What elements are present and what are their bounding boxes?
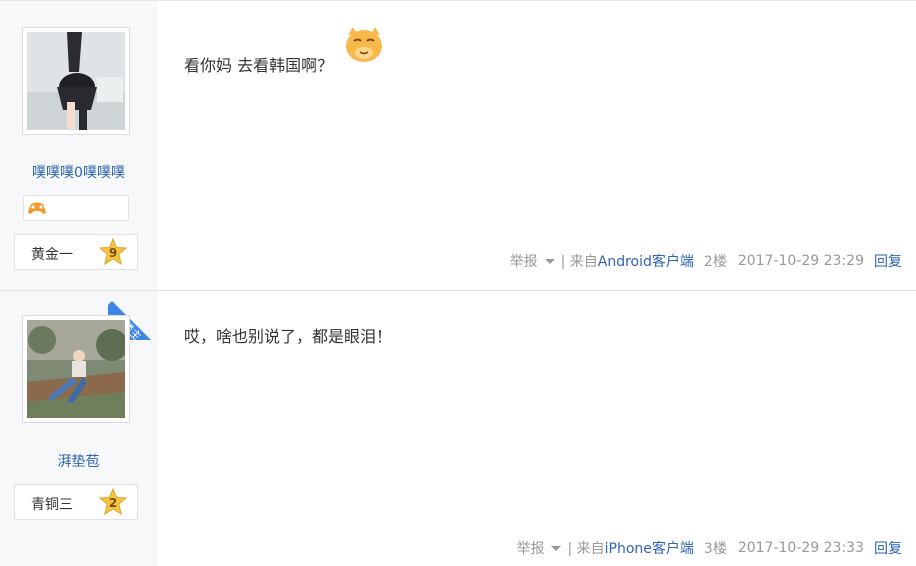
- avatar[interactable]: [27, 320, 125, 418]
- avatar-frame[interactable]: [22, 27, 130, 135]
- floor-number: 3楼: [703, 541, 727, 557]
- report-caret-icon[interactable]: [544, 258, 555, 264]
- author-panel: 噗噗噗0噗噗噗 黄金一 9: [0, 1, 157, 290]
- smug-face-emoji-icon: [346, 27, 382, 62]
- post-content: 哎，啥也别说了，都是眼泪！: [184, 327, 393, 346]
- floor-number: 2楼: [703, 254, 727, 270]
- author-name[interactable]: 湃垫苞: [0, 451, 157, 471]
- from-prefix: | 来自: [567, 541, 605, 557]
- level-number: 9: [108, 246, 118, 260]
- avatar-frame[interactable]: [22, 315, 130, 423]
- post-content: 看你妈 去看韩国啊？: [184, 56, 334, 75]
- level-badge[interactable]: 青铜三 2: [14, 484, 138, 520]
- report-caret-icon[interactable]: [551, 545, 562, 551]
- report-button[interactable]: 举报: [510, 251, 538, 271]
- badge-box: [23, 195, 129, 221]
- post-time: 2017-10-29 23:33: [737, 540, 864, 556]
- post-tail: 举报 | 来自 Android客户端 2楼 2017-10-29 23:29 回…: [510, 251, 902, 271]
- author-panel: 楼主 湃垫苞 青铜三 2: [0, 291, 157, 566]
- post-floor-2: 噗噗噗0噗噗噗 黄金一 9 看你妈 去看韩国啊？ 举报 | 来自 Android…: [0, 0, 916, 290]
- reply-button[interactable]: 回复: [874, 538, 902, 558]
- level-badge[interactable]: 黄金一 9: [14, 234, 138, 270]
- client-link[interactable]: Android客户端: [598, 251, 694, 271]
- report-button[interactable]: 举报: [516, 538, 544, 558]
- reply-button[interactable]: 回复: [874, 251, 902, 271]
- level-name: 青铜三: [31, 497, 73, 513]
- post-time: 2017-10-29 23:29: [737, 253, 864, 269]
- post-tail: 举报 | 来自 iPhone客户端 3楼 2017-10-29 23:33 回复: [516, 538, 902, 558]
- avatar[interactable]: [27, 32, 125, 130]
- from-prefix: | 来自: [560, 254, 598, 270]
- post-floor-3: 楼主 湃垫苞 青铜三 2 哎，啥也别说了，都是眼泪！ 举报 | 来自 iPhon…: [0, 290, 916, 566]
- author-name[interactable]: 噗噗噗0噗噗噗: [0, 162, 157, 182]
- post-list: 噗噗噗0噗噗噗 黄金一 9 看你妈 去看韩国啊？ 举报 | 来自 Android…: [0, 0, 916, 566]
- client-link[interactable]: iPhone客户端: [605, 538, 694, 558]
- level-number: 2: [108, 496, 118, 510]
- gamepad-badge-icon[interactable]: [27, 200, 47, 216]
- level-name: 黄金一: [31, 247, 73, 263]
